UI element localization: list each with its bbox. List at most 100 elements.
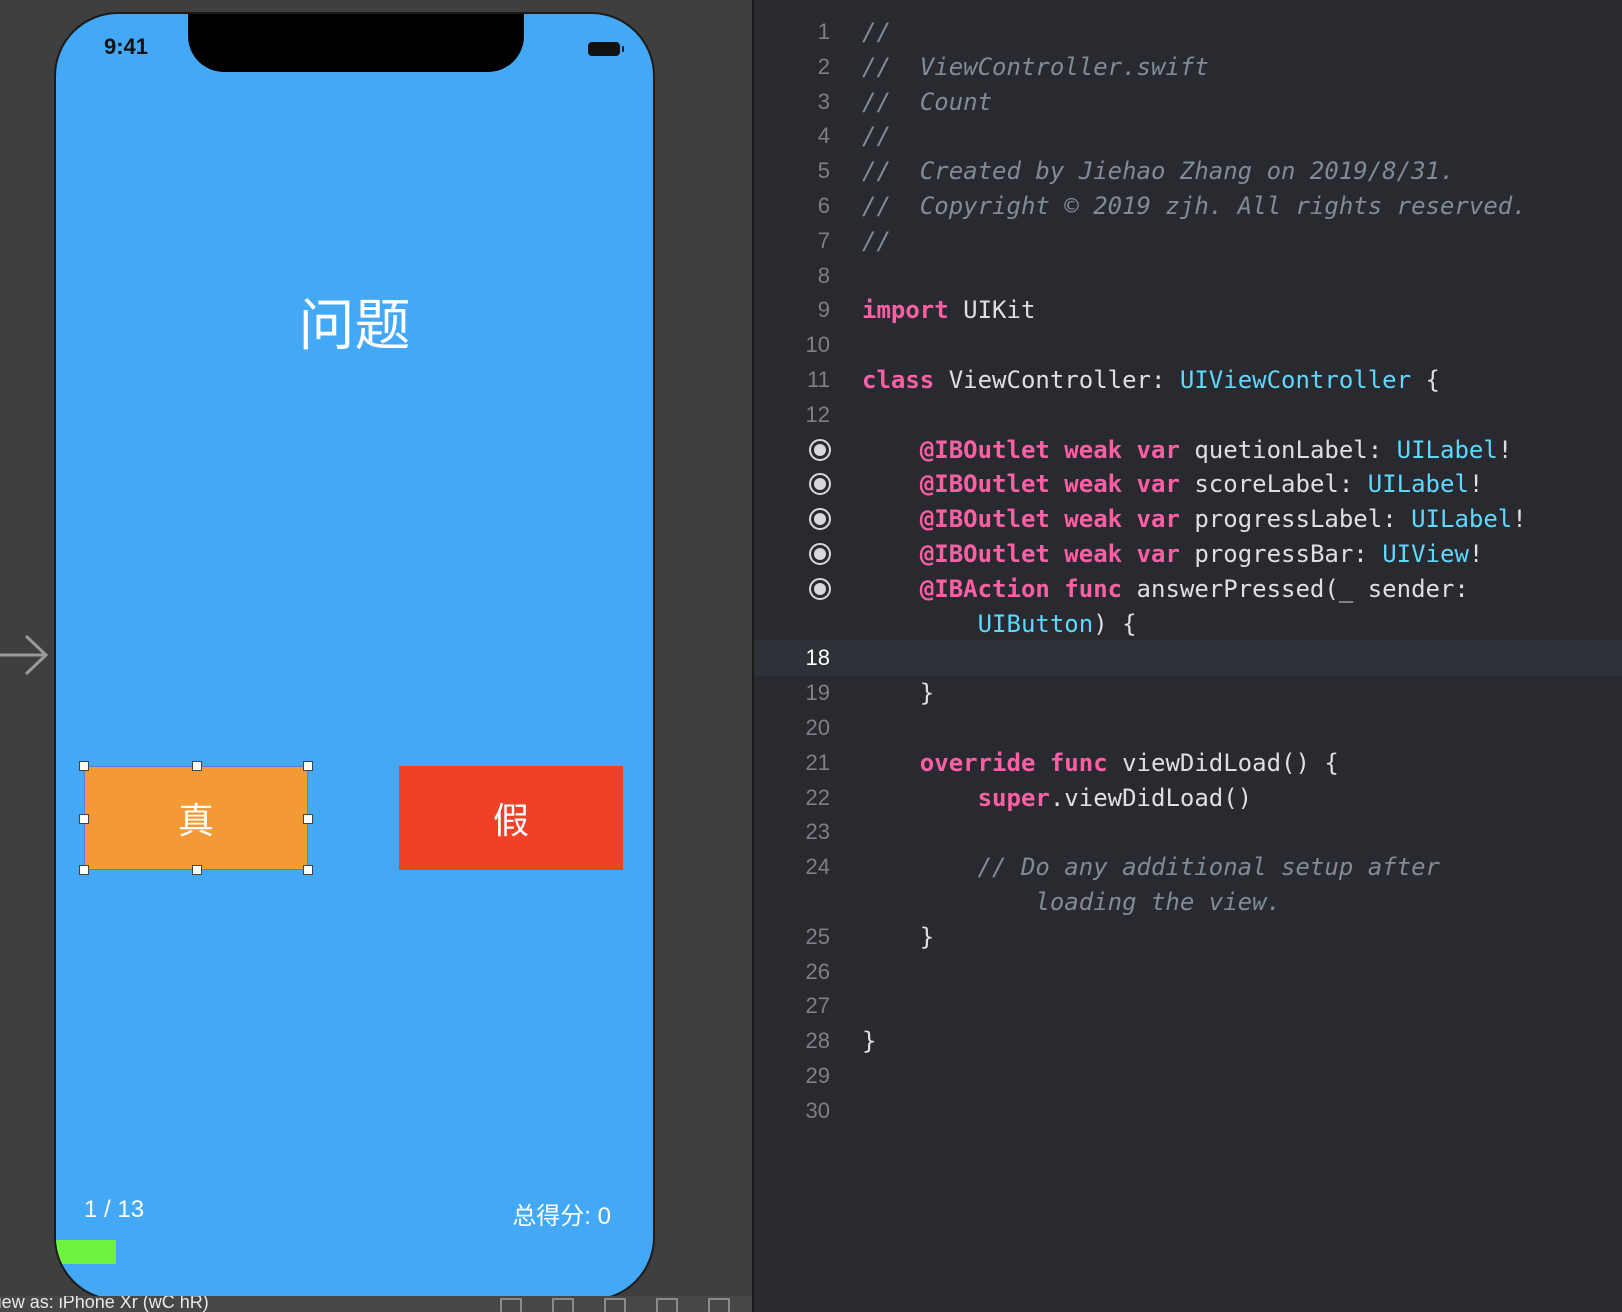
code-line[interactable]: UIButton) { [754,606,1622,642]
resize-handle-bottom-right[interactable] [303,865,313,875]
code-text[interactable]: @IBOutlet weak var progressBar: UIView! [862,536,1484,572]
code-text[interactable]: // [862,14,891,50]
line-number[interactable]: 3 [754,84,830,120]
code-line[interactable]: @IBAction func answerPressed(_ sender: [754,571,1622,607]
resize-handle-top[interactable] [192,761,202,771]
line-number[interactable]: 7 [754,223,830,259]
code-text[interactable]: class ViewController: UIViewController { [862,362,1440,398]
code-line[interactable]: 6 // Copyright © 2019 zjh. All rights res… [754,188,1622,224]
resize-handle-top-left[interactable] [79,761,89,771]
code-line[interactable]: 2 // ViewController.swift [754,49,1622,85]
line-number[interactable]: 8 [754,258,830,294]
line-number[interactable]: 23 [754,814,830,850]
code-text[interactable]: import UIKit [862,292,1035,328]
storyboard-canvas[interactable]: 9:41 问题 真 假 1 / 13 总得分: 0 View as: iPhon… [0,0,752,1312]
code-line[interactable]: 3 // Count [754,84,1622,120]
code-line[interactable]: 8 [754,258,1622,294]
embed-in-icon[interactable] [708,1298,730,1312]
code-text[interactable]: loading the view. [862,884,1281,920]
code-line[interactable]: 27 [754,988,1622,1024]
code-text[interactable]: // Do any additional setup after [862,849,1440,885]
resolve-issues-icon[interactable] [656,1298,678,1312]
line-number[interactable]: 30 [754,1093,830,1129]
resize-handle-bottom[interactable] [192,865,202,875]
code-line[interactable]: 11 class ViewController: UIViewController… [754,362,1622,398]
line-number[interactable]: 4 [754,118,830,154]
progress-label[interactable]: 1 / 13 [84,1196,144,1224]
code-text[interactable]: @IBAction func answerPressed(_ sender: [862,571,1469,607]
code-text[interactable]: } [862,919,934,955]
code-line[interactable]: 18 [754,640,1622,677]
code-text[interactable]: @IBOutlet weak var progressLabel: UILabe… [862,501,1527,537]
line-number[interactable]: 18 [754,640,830,676]
line-number[interactable]: 27 [754,988,830,1024]
line-number[interactable]: 2 [754,49,830,85]
resize-handle-left[interactable] [79,814,89,824]
true-button[interactable]: 真 [79,761,313,875]
connection-circle-icon[interactable] [809,543,831,565]
code-line[interactable]: 9 import UIKit [754,292,1622,328]
line-number[interactable]: 29 [754,1058,830,1094]
connection-circle-icon[interactable] [809,438,831,461]
update-frames-icon[interactable] [500,1298,522,1312]
progress-bar[interactable] [56,1240,653,1264]
line-number[interactable]: 22 [754,780,830,816]
code-text[interactable]: // Created by Jiehao Zhang on 2019/8/31. [862,153,1454,189]
code-line[interactable]: 28} [754,1023,1622,1059]
false-button[interactable]: 假 [399,766,623,870]
align-icon[interactable] [552,1298,574,1312]
line-number[interactable]: 6 [754,188,830,224]
code-text[interactable]: override func viewDidLoad() { [862,745,1339,781]
code-line[interactable]: 10 [754,327,1622,363]
code-text[interactable]: // Count [862,84,992,120]
code-line[interactable]: 4 // [754,118,1622,154]
line-number[interactable]: 11 [754,362,830,398]
code-line[interactable]: 30 [754,1093,1622,1129]
code-text[interactable]: super.viewDidLoad() [862,780,1253,816]
connection-circle-icon[interactable] [809,473,831,496]
view-controller-scene[interactable]: 9:41 问题 真 假 1 / 13 总得分: 0 [54,12,655,1301]
line-number[interactable]: 5 [754,153,830,189]
device-config-label[interactable]: View as: iPhone Xr (wC hR) [0,1296,209,1312]
code-line[interactable]: 24 // Do any additional setup after [754,849,1622,885]
question-label[interactable]: 问题 [56,292,653,362]
code-text[interactable]: // ViewController.swift [862,49,1209,85]
add-constraints-icon[interactable] [604,1298,626,1312]
code-line[interactable]: 7 // [754,223,1622,259]
line-number[interactable]: 25 [754,919,830,955]
code-text[interactable]: } [862,1023,876,1059]
line-number[interactable]: 24 [754,849,830,885]
code-line[interactable]: @IBOutlet weak var progressBar: UIView! [754,536,1622,572]
code-line[interactable]: 20 [754,710,1622,746]
line-number[interactable]: 9 [754,292,830,328]
code-text[interactable]: } [862,675,934,711]
resize-handle-bottom-left[interactable] [79,865,89,875]
code-line[interactable]: @IBOutlet weak var quetionLabel: UILabel… [754,432,1622,468]
connection-circle-icon[interactable] [809,577,831,600]
code-line[interactable]: @IBOutlet weak var progressLabel: UILabe… [754,501,1622,537]
line-number[interactable]: 1 [754,14,830,50]
resize-handle-right[interactable] [303,814,313,824]
code-line[interactable]: 1 // [754,14,1622,50]
code-line[interactable]: 26 [754,954,1622,990]
code-line[interactable]: 29 [754,1058,1622,1094]
code-text[interactable]: @IBOutlet weak var quetionLabel: UILabel… [862,432,1512,468]
code-text[interactable]: // Copyright © 2019 zjh. All rights rese… [862,188,1527,224]
code-text[interactable]: UIButton) { [862,606,1137,642]
line-number[interactable]: 28 [754,1023,830,1059]
code-line[interactable]: @IBOutlet weak var scoreLabel: UILabel! [754,466,1622,502]
code-text[interactable]: // [862,223,891,259]
line-number[interactable]: 20 [754,710,830,746]
code-line[interactable]: 5 // Created by Jiehao Zhang on 2019/8/31… [754,153,1622,189]
score-label[interactable]: 总得分: 0 [512,1196,611,1231]
line-number[interactable]: 10 [754,327,830,363]
connection-circle-icon[interactable] [809,508,831,531]
code-text[interactable]: @IBOutlet weak var scoreLabel: UILabel! [862,466,1484,502]
line-number[interactable]: 21 [754,745,830,781]
code-line[interactable]: 12 [754,397,1622,433]
line-number[interactable]: 19 [754,675,830,711]
code-line[interactable]: 19 } [754,675,1622,711]
code-line[interactable]: 21 override func viewDidLoad() { [754,745,1622,781]
code-line[interactable]: 23 [754,814,1622,850]
code-editor[interactable]: 1//2// ViewController.swift 3// Count 4//5… [754,0,1622,1312]
